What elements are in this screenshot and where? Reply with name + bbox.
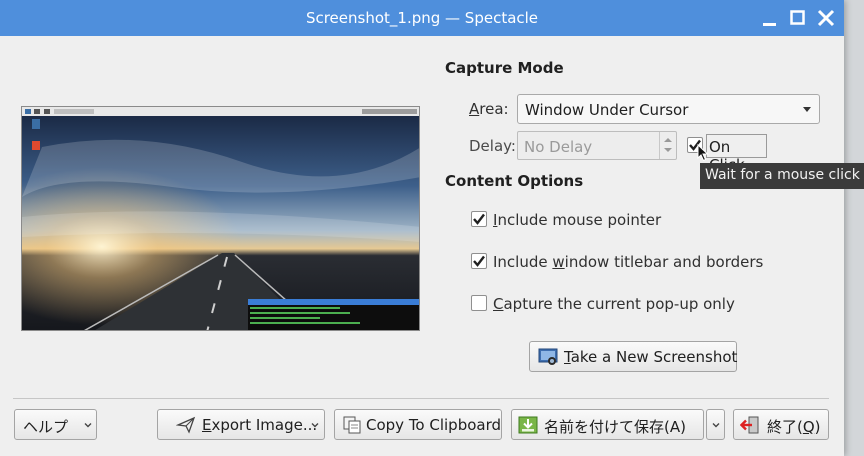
capture-popup-label[interactable]: Capture the current pop-up only <box>493 295 735 313</box>
maximize-button[interactable] <box>788 8 808 28</box>
capture-mode-heading: Capture Mode <box>445 59 564 77</box>
close-button[interactable] <box>816 8 836 28</box>
chevron-down-icon <box>803 107 811 112</box>
chevron-down-icon <box>712 423 720 428</box>
send-icon <box>176 416 196 434</box>
area-label: Area: <box>469 100 509 118</box>
save-options-dropdown[interactable] <box>706 409 725 440</box>
delay-stepper[interactable] <box>659 132 676 159</box>
checkmark-icon <box>473 213 485 225</box>
screenshot-preview[interactable] <box>21 106 420 331</box>
chevron-down-icon <box>84 423 92 428</box>
chevron-up-icon[interactable] <box>664 138 672 142</box>
minimize-button[interactable] <box>760 8 780 28</box>
on-click-tooltip: Wait for a mouse click <box>700 163 864 189</box>
capture-popup-checkbox[interactable] <box>471 295 487 311</box>
area-combobox[interactable]: Window Under Cursor <box>517 94 820 124</box>
content-options-heading: Content Options <box>445 172 584 190</box>
delay-value: No Delay <box>524 138 593 156</box>
include-titlebar-checkbox[interactable] <box>471 253 487 269</box>
area-value: Window Under Cursor <box>525 101 689 119</box>
window-title: Screenshot_1.png — Spectacle <box>305 9 539 27</box>
mouse-cursor-icon <box>697 144 709 162</box>
take-screenshot-label: Take a New Screenshot <box>564 348 738 366</box>
screenshot-icon <box>538 348 558 365</box>
title-bar: Screenshot_1.png — Spectacle <box>0 0 844 36</box>
chevron-down-icon[interactable] <box>664 148 672 152</box>
delay-label: Delay: <box>469 137 516 155</box>
copy-to-clipboard-label: Copy To Clipboard <box>366 416 502 434</box>
save-as-label: 名前を付けて保存(A) <box>544 418 686 436</box>
spectacle-window: Screenshot_1.png — Spectacle Capture Mod… <box>0 0 844 456</box>
exit-icon <box>740 416 759 434</box>
delay-spinbox[interactable]: No Delay <box>517 131 677 160</box>
include-titlebar-label[interactable]: Include window titlebar and borders <box>493 253 763 271</box>
include-pointer-checkbox[interactable] <box>471 211 487 227</box>
copy-to-clipboard-button[interactable]: Copy To Clipboard <box>334 409 502 440</box>
export-image-button[interactable]: Export Image... <box>157 409 325 440</box>
copy-icon <box>343 416 361 434</box>
save-as-button[interactable]: 名前を付けて保存(A) <box>511 409 704 440</box>
help-label: ヘルプ <box>23 418 69 436</box>
checkmark-icon <box>473 255 485 267</box>
save-icon <box>518 416 538 434</box>
take-new-screenshot-button[interactable]: Take a New Screenshot <box>529 341 737 372</box>
footer-divider <box>13 398 829 399</box>
on-click-label-box[interactable]: On Click <box>706 134 767 174</box>
quit-button[interactable]: 終了(Q) <box>733 409 829 440</box>
export-image-label: Export Image... <box>202 416 318 434</box>
include-pointer-label[interactable]: Include mouse pointer <box>493 211 661 229</box>
help-button[interactable]: ヘルプ <box>14 409 97 440</box>
chevron-down-icon <box>311 423 319 428</box>
quit-label: 終了(Q) <box>767 418 821 436</box>
